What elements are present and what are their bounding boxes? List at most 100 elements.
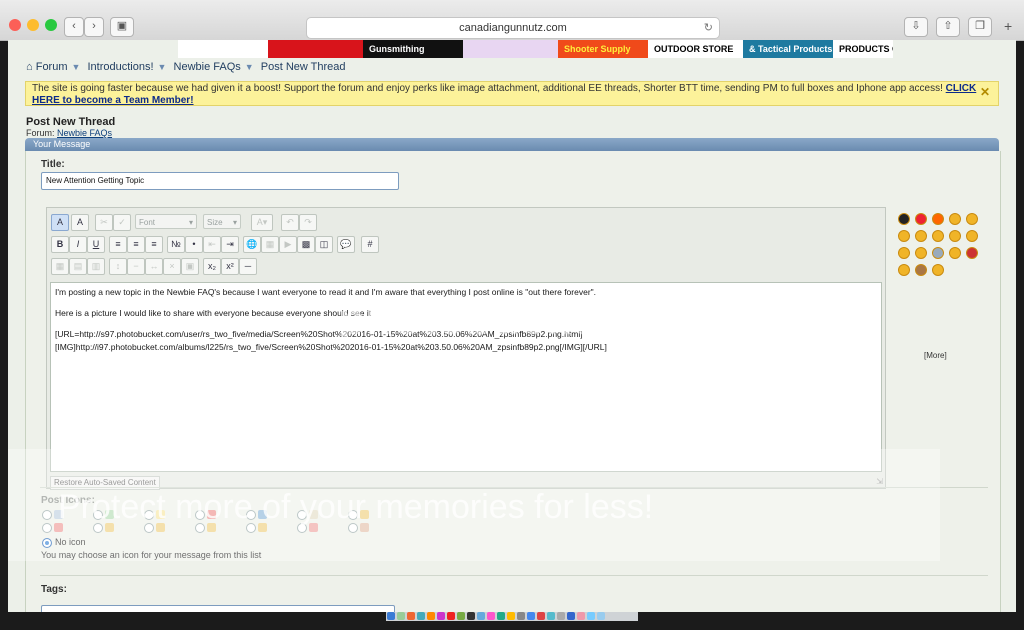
dock-app-icon[interactable] (417, 612, 425, 620)
smiley-icon[interactable] (898, 247, 910, 259)
dock-app-icon[interactable] (387, 612, 395, 620)
smiley-icon[interactable] (949, 230, 961, 242)
post-icon-radio[interactable] (144, 523, 154, 533)
more-smilies-link[interactable]: [More] (924, 351, 947, 360)
sponsor-banner[interactable]: PRODUCTS CANADA (833, 40, 893, 58)
smiley-icon[interactable] (915, 230, 927, 242)
resize-handle-icon[interactable]: ⇲ (876, 477, 883, 486)
smiley-icon[interactable] (915, 213, 927, 225)
title-input[interactable]: New Attention Getting Topic (41, 172, 399, 190)
post-icon-radio[interactable] (297, 510, 307, 520)
sidebar-toggle-button[interactable]: ▣ (110, 17, 134, 37)
dock-app-icon[interactable] (507, 612, 515, 620)
post-icon-radio[interactable] (195, 510, 205, 520)
sponsor-banner[interactable]: OUTDOOR STORE (648, 40, 743, 58)
sponsor-banner[interactable] (268, 40, 363, 58)
merge-button[interactable]: ▣ (181, 258, 199, 275)
align-center-button[interactable]: ≡ (127, 236, 145, 253)
smiley-icon[interactable] (932, 213, 944, 225)
smiley-icon[interactable] (915, 264, 927, 276)
message-textarea[interactable]: I'm posting a new topic in the Newbie FA… (50, 282, 882, 472)
dock-app-icon[interactable] (517, 612, 525, 620)
sponsor-banner[interactable]: & Tactical Products (743, 40, 833, 58)
dock-app-icon[interactable] (597, 612, 605, 620)
insert-col-button[interactable]: ↔ (145, 258, 163, 275)
post-icon-radio[interactable] (246, 510, 256, 520)
post-icon-radio[interactable] (348, 510, 358, 520)
link-button[interactable]: 🌐 (243, 236, 261, 253)
smiley-icon[interactable] (898, 230, 910, 242)
dock-app-icon[interactable] (547, 612, 555, 620)
forward-button[interactable]: › (84, 17, 104, 37)
table-button[interactable]: ▦ (51, 258, 69, 275)
video-button[interactable]: ▶ (279, 236, 297, 253)
insert-row-button[interactable]: ↕ (109, 258, 127, 275)
minimize-window-button[interactable] (27, 19, 39, 31)
smiley-icon[interactable] (966, 213, 978, 225)
smiley-icon[interactable] (932, 264, 944, 276)
smiley-icon[interactable] (949, 213, 961, 225)
dock-app-icon[interactable] (397, 612, 405, 620)
ordered-list-button[interactable]: № (167, 236, 185, 253)
outdent-button[interactable]: ⇤ (203, 236, 221, 253)
smiley-icon[interactable] (966, 247, 978, 259)
table-col-button[interactable]: ▥ (87, 258, 105, 275)
align-left-button[interactable]: ≡ (109, 236, 127, 253)
quote-button[interactable]: 💬 (337, 236, 355, 253)
sponsor-banner[interactable] (463, 40, 558, 58)
post-icon-radio[interactable] (348, 523, 358, 533)
post-icon-radio[interactable] (93, 523, 103, 533)
dock-app-icon[interactable] (437, 612, 445, 620)
dock-app-icon[interactable] (557, 612, 565, 620)
breadcrumb-introductions[interactable]: Introductions! (87, 61, 153, 73)
dock-app-icon[interactable] (497, 612, 505, 620)
undo-button[interactable]: ↶ (281, 214, 299, 231)
table-row-button[interactable]: ▤ (69, 258, 87, 275)
tags-input[interactable] (41, 605, 395, 612)
dock-app-icon[interactable] (427, 612, 435, 620)
address-bar[interactable]: canadiangunnutz.com ↻ (306, 17, 720, 39)
film-button[interactable]: ◫ (315, 236, 333, 253)
new-tab-button[interactable]: + (1004, 18, 1012, 34)
dock-app-icon[interactable] (537, 612, 545, 620)
post-icon-radio[interactable] (42, 523, 52, 533)
smiley-icon[interactable] (898, 264, 910, 276)
share-button[interactable]: ⇧ (936, 17, 960, 37)
post-icon-radio[interactable] (195, 523, 205, 533)
italic-button[interactable]: I (69, 236, 87, 253)
back-button[interactable]: ‹ (64, 17, 84, 37)
smiley-icon[interactable] (932, 247, 944, 259)
smiley-icon[interactable] (966, 230, 978, 242)
font-select[interactable]: Font ▾ (135, 214, 197, 229)
close-window-button[interactable] (9, 19, 21, 31)
remove-format-button[interactable]: ✂ (95, 214, 113, 231)
dock-app-icon[interactable] (577, 612, 585, 620)
dock-app-icon[interactable] (477, 612, 485, 620)
dock-app-icon[interactable] (407, 612, 415, 620)
spellcheck-button[interactable]: ✓ (113, 214, 131, 231)
smiley-icon[interactable] (898, 213, 910, 225)
delete-col-button[interactable]: × (163, 258, 181, 275)
dock-app-icon[interactable] (487, 612, 495, 620)
dock-app-icon[interactable] (457, 612, 465, 620)
superscript-button[interactable]: x² (221, 258, 239, 275)
dock-app-icon[interactable] (467, 612, 475, 620)
zoom-window-button[interactable] (45, 19, 57, 31)
dock-app-icon[interactable] (587, 612, 595, 620)
insert-image-button[interactable]: ▩ (297, 236, 315, 253)
post-icon-radio[interactable] (42, 510, 52, 520)
post-icon-radio[interactable] (246, 523, 256, 533)
sponsor-banner[interactable]: Shooter Supply (558, 40, 648, 58)
downloads-button[interactable]: ⇩ (904, 17, 928, 37)
smiley-icon[interactable] (932, 230, 944, 242)
dock-app-icon[interactable] (567, 612, 575, 620)
breadcrumb-forum[interactable]: Forum (36, 61, 68, 73)
post-icon-radio[interactable] (297, 523, 307, 533)
bold-button[interactable]: B (51, 236, 69, 253)
close-icon[interactable]: ✕ (980, 86, 990, 98)
size-select[interactable]: Size ▾ (203, 214, 241, 229)
dock-app-icon[interactable] (447, 612, 455, 620)
redo-button[interactable]: ↷ (299, 214, 317, 231)
post-icon-radio[interactable] (93, 510, 103, 520)
no-icon-radio[interactable] (42, 538, 52, 548)
